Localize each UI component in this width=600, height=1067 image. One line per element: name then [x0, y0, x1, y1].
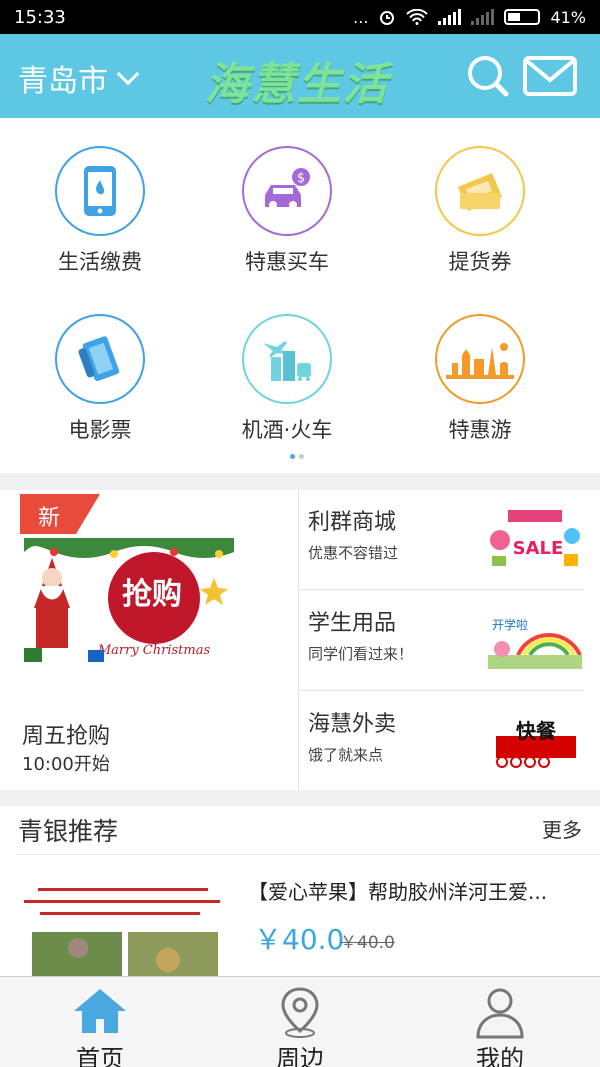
status-icons: ... 41% [353, 8, 586, 27]
shop-subtitle: 同学们看过来！ [308, 645, 414, 663]
service-movie[interactable]: 电影票 [0, 314, 200, 444]
shop-subtitle: 优惠不容错过 [308, 544, 399, 562]
phone-payment-icon [55, 146, 145, 236]
film-icon [55, 314, 145, 404]
product-name[interactable]: 【爱心苹果】帮助胶州洋河王爱... [248, 876, 593, 905]
page-dot [290, 454, 295, 459]
christmas-sale-image: 抢购 Marry Christmas [24, 538, 234, 662]
mall-sale-image: SALE [490, 510, 580, 566]
mall-image-text: SALE [513, 538, 564, 559]
bottom-nav: 首页 周边 我的 [0, 976, 600, 1067]
nav-home[interactable]: 首页 [0, 977, 200, 1067]
nav-mine[interactable]: 我的 [400, 977, 600, 1067]
shop-haihui-takeout[interactable]: 海慧外卖 饿了就来点 快餐 [300, 692, 584, 792]
shop-title: 海慧外卖 [308, 712, 397, 737]
nav-label: 首页 [76, 1045, 124, 1067]
more-link[interactable]: 更多 [542, 814, 582, 843]
nav-label: 我的 [476, 1045, 524, 1067]
shop-student-supplies[interactable]: 学生用品 同学们看过来！ 开学啦 [300, 591, 584, 691]
fast-food-image: 快餐 [496, 719, 576, 768]
flash-sale-title: 周五抢购 [22, 724, 111, 749]
landmarks-icon [435, 314, 525, 404]
service-label: 机酒·火车 [241, 418, 333, 442]
battery-icon [504, 9, 541, 25]
service-voucher[interactable]: 提货券 [380, 146, 580, 276]
signal-2-icon [471, 9, 495, 25]
nav-nearby[interactable]: 周边 [200, 977, 400, 1067]
page-indicator [290, 454, 304, 459]
flash-image-caption: Marry Christmas [97, 643, 211, 658]
city-selector[interactable]: 青岛市 [18, 56, 140, 100]
shop-subtitle: 饿了就来点 [308, 746, 384, 764]
service-discount-tour[interactable]: 特惠游 [380, 314, 580, 444]
service-label: 生活缴费 [58, 250, 142, 274]
promo-section: 新 抢购 Marry Christmas 周五抢购 10:00开始 利群商城 优… [0, 490, 600, 790]
service-label: 电影票 [68, 418, 132, 442]
service-grid: 生活缴费 $ 特惠买车 提货券 电影票 机酒·火车 特惠游 [0, 118, 600, 473]
divider [16, 854, 600, 855]
battery-level: 41% [550, 7, 586, 27]
school-image-text: 开学啦 [492, 617, 528, 632]
city-name: 青岛市 [18, 64, 108, 99]
flash-image-text: 抢购 [122, 577, 182, 612]
more-dots-icon: ... [353, 7, 369, 27]
service-label: 提货券 [448, 250, 512, 274]
shop-lequn-mall[interactable]: 利群商城 优惠不容错过 SALE [300, 490, 584, 590]
travel-city-icon [242, 314, 332, 404]
new-badge: 新 [20, 494, 100, 534]
svg-text:$: $ [297, 171, 305, 186]
search-icon[interactable] [466, 54, 510, 98]
food-image-text: 快餐 [516, 719, 557, 743]
app-header: 青岛市 海慧生活 [0, 34, 600, 118]
flash-sale-card[interactable]: 新 抢购 Marry Christmas 周五抢购 10:00开始 [0, 490, 299, 790]
product-price: ￥40.0 [254, 923, 345, 956]
service-label: 特惠游 [448, 418, 512, 442]
recommend-title: 青银推荐 [18, 817, 119, 846]
user-icon [476, 988, 524, 1039]
wifi-icon [406, 9, 429, 25]
page-dot [299, 454, 304, 459]
service-label: 特惠买车 [245, 250, 329, 274]
product-image[interactable] [18, 876, 226, 976]
recommend-section: 青银推荐 更多 【爱心苹果】帮助胶州洋河王爱... ￥40.0 ￥40.0 [0, 806, 600, 976]
product-old-price: ￥40.0 [340, 933, 395, 953]
signal-icon [438, 9, 462, 25]
location-pin-icon [281, 987, 319, 1038]
service-travel[interactable]: 机酒·火车 [187, 314, 387, 444]
status-time: 15:33 [14, 6, 66, 28]
shop-title: 学生用品 [308, 611, 397, 636]
alarm-icon [380, 11, 395, 25]
shop-title: 利群商城 [308, 510, 397, 535]
app-logo: 海慧生活 [205, 59, 389, 110]
nav-label: 周边 [276, 1045, 324, 1067]
mail-icon[interactable] [523, 56, 577, 96]
service-car-deal[interactable]: $ 特惠买车 [187, 146, 387, 276]
status-bar: 15:33 ... 41% [0, 0, 600, 34]
home-icon [74, 989, 126, 1033]
car-icon: $ [242, 146, 332, 236]
flash-sale-time: 10:00开始 [22, 754, 110, 775]
chevron-down-icon [116, 62, 140, 86]
school-start-image: 开学啦 [488, 617, 582, 669]
service-life-payment[interactable]: 生活缴费 [0, 146, 200, 276]
voucher-icon [435, 146, 525, 236]
